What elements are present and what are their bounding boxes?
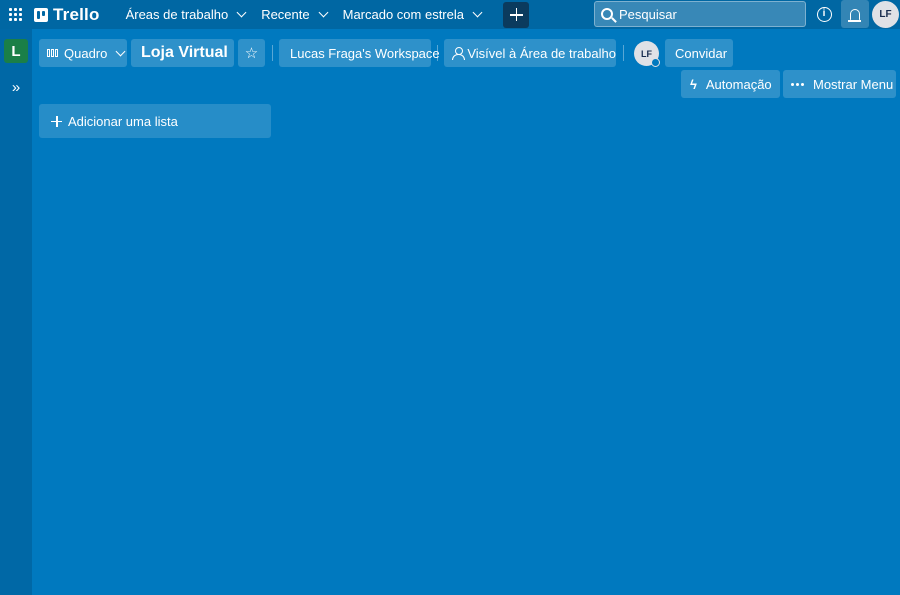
plus-icon: [509, 8, 523, 21]
divider: [623, 45, 624, 61]
admin-badge-icon: [651, 58, 660, 67]
nav-recent-menu[interactable]: Recente: [253, 0, 334, 29]
search-box[interactable]: [594, 1, 806, 27]
board-view-icon: [47, 49, 58, 57]
workspace-button[interactable]: Lucas Fraga's Workspace: [279, 39, 440, 67]
board-title[interactable]: Loja Virtual: [131, 39, 234, 67]
nav-workspaces-label: Áreas de trabalho: [125, 7, 229, 22]
apps-switcher-button[interactable]: [0, 0, 30, 29]
member-avatar[interactable]: LF: [634, 41, 660, 67]
member-initials: LF: [641, 48, 652, 59]
bell-icon: [848, 8, 861, 22]
chevron-down-icon: [318, 7, 329, 18]
apps-grid-icon: [8, 8, 22, 21]
add-list-button[interactable]: Adicionar uma lista: [39, 104, 271, 138]
dots-icon: [791, 82, 804, 86]
logo-text: Trello: [53, 4, 100, 24]
info-button[interactable]: i: [812, 2, 836, 26]
notifications-button[interactable]: [841, 0, 869, 28]
trello-logo-icon: [34, 7, 48, 22]
divider: [437, 45, 438, 61]
divider: [272, 45, 273, 61]
show-menu-button[interactable]: Mostrar Menu: [783, 70, 896, 98]
expand-icon[interactable]: »: [6, 80, 26, 96]
star-icon: ☆: [244, 44, 259, 62]
nav-starred-menu[interactable]: Marcado com estrela: [335, 0, 489, 29]
search-input[interactable]: [619, 6, 789, 22]
nav-workspaces-menu[interactable]: Áreas de trabalho: [118, 0, 254, 29]
bolt-icon: ϟ: [690, 76, 697, 92]
board-view-switcher[interactable]: Quadro: [39, 39, 127, 67]
visibility-button[interactable]: Visível à Área de trabalho: [444, 39, 616, 67]
nav-starred-label: Marcado com estrela: [342, 7, 464, 22]
chevron-down-icon: [472, 7, 483, 18]
people-icon: [452, 47, 466, 60]
visibility-label: Visível à Área de trabalho: [467, 45, 616, 61]
workspace-badge[interactable]: L: [4, 39, 28, 63]
star-board-button[interactable]: ☆: [238, 39, 265, 67]
create-button[interactable]: [503, 1, 529, 28]
search-icon: [601, 8, 613, 20]
chevron-down-icon: [236, 7, 247, 18]
chevron-down-icon: [115, 46, 126, 56]
show-menu-label: Mostrar Menu: [813, 76, 894, 92]
invite-button[interactable]: Convidar: [665, 39, 733, 67]
trello-logo[interactable]: Trello: [30, 0, 106, 29]
workspace-sidebar: L »: [0, 29, 32, 595]
info-icon: i: [816, 6, 832, 22]
automation-label: Automação: [705, 76, 772, 92]
plus-icon: [51, 115, 62, 127]
add-list-label: Adicionar uma lista: [68, 113, 178, 129]
user-avatar[interactable]: LF: [872, 1, 899, 28]
nav-recent-label: Recente: [261, 7, 310, 22]
automation-button[interactable]: ϟ Automação: [681, 70, 780, 98]
board-view-label: Quadro: [64, 45, 108, 61]
